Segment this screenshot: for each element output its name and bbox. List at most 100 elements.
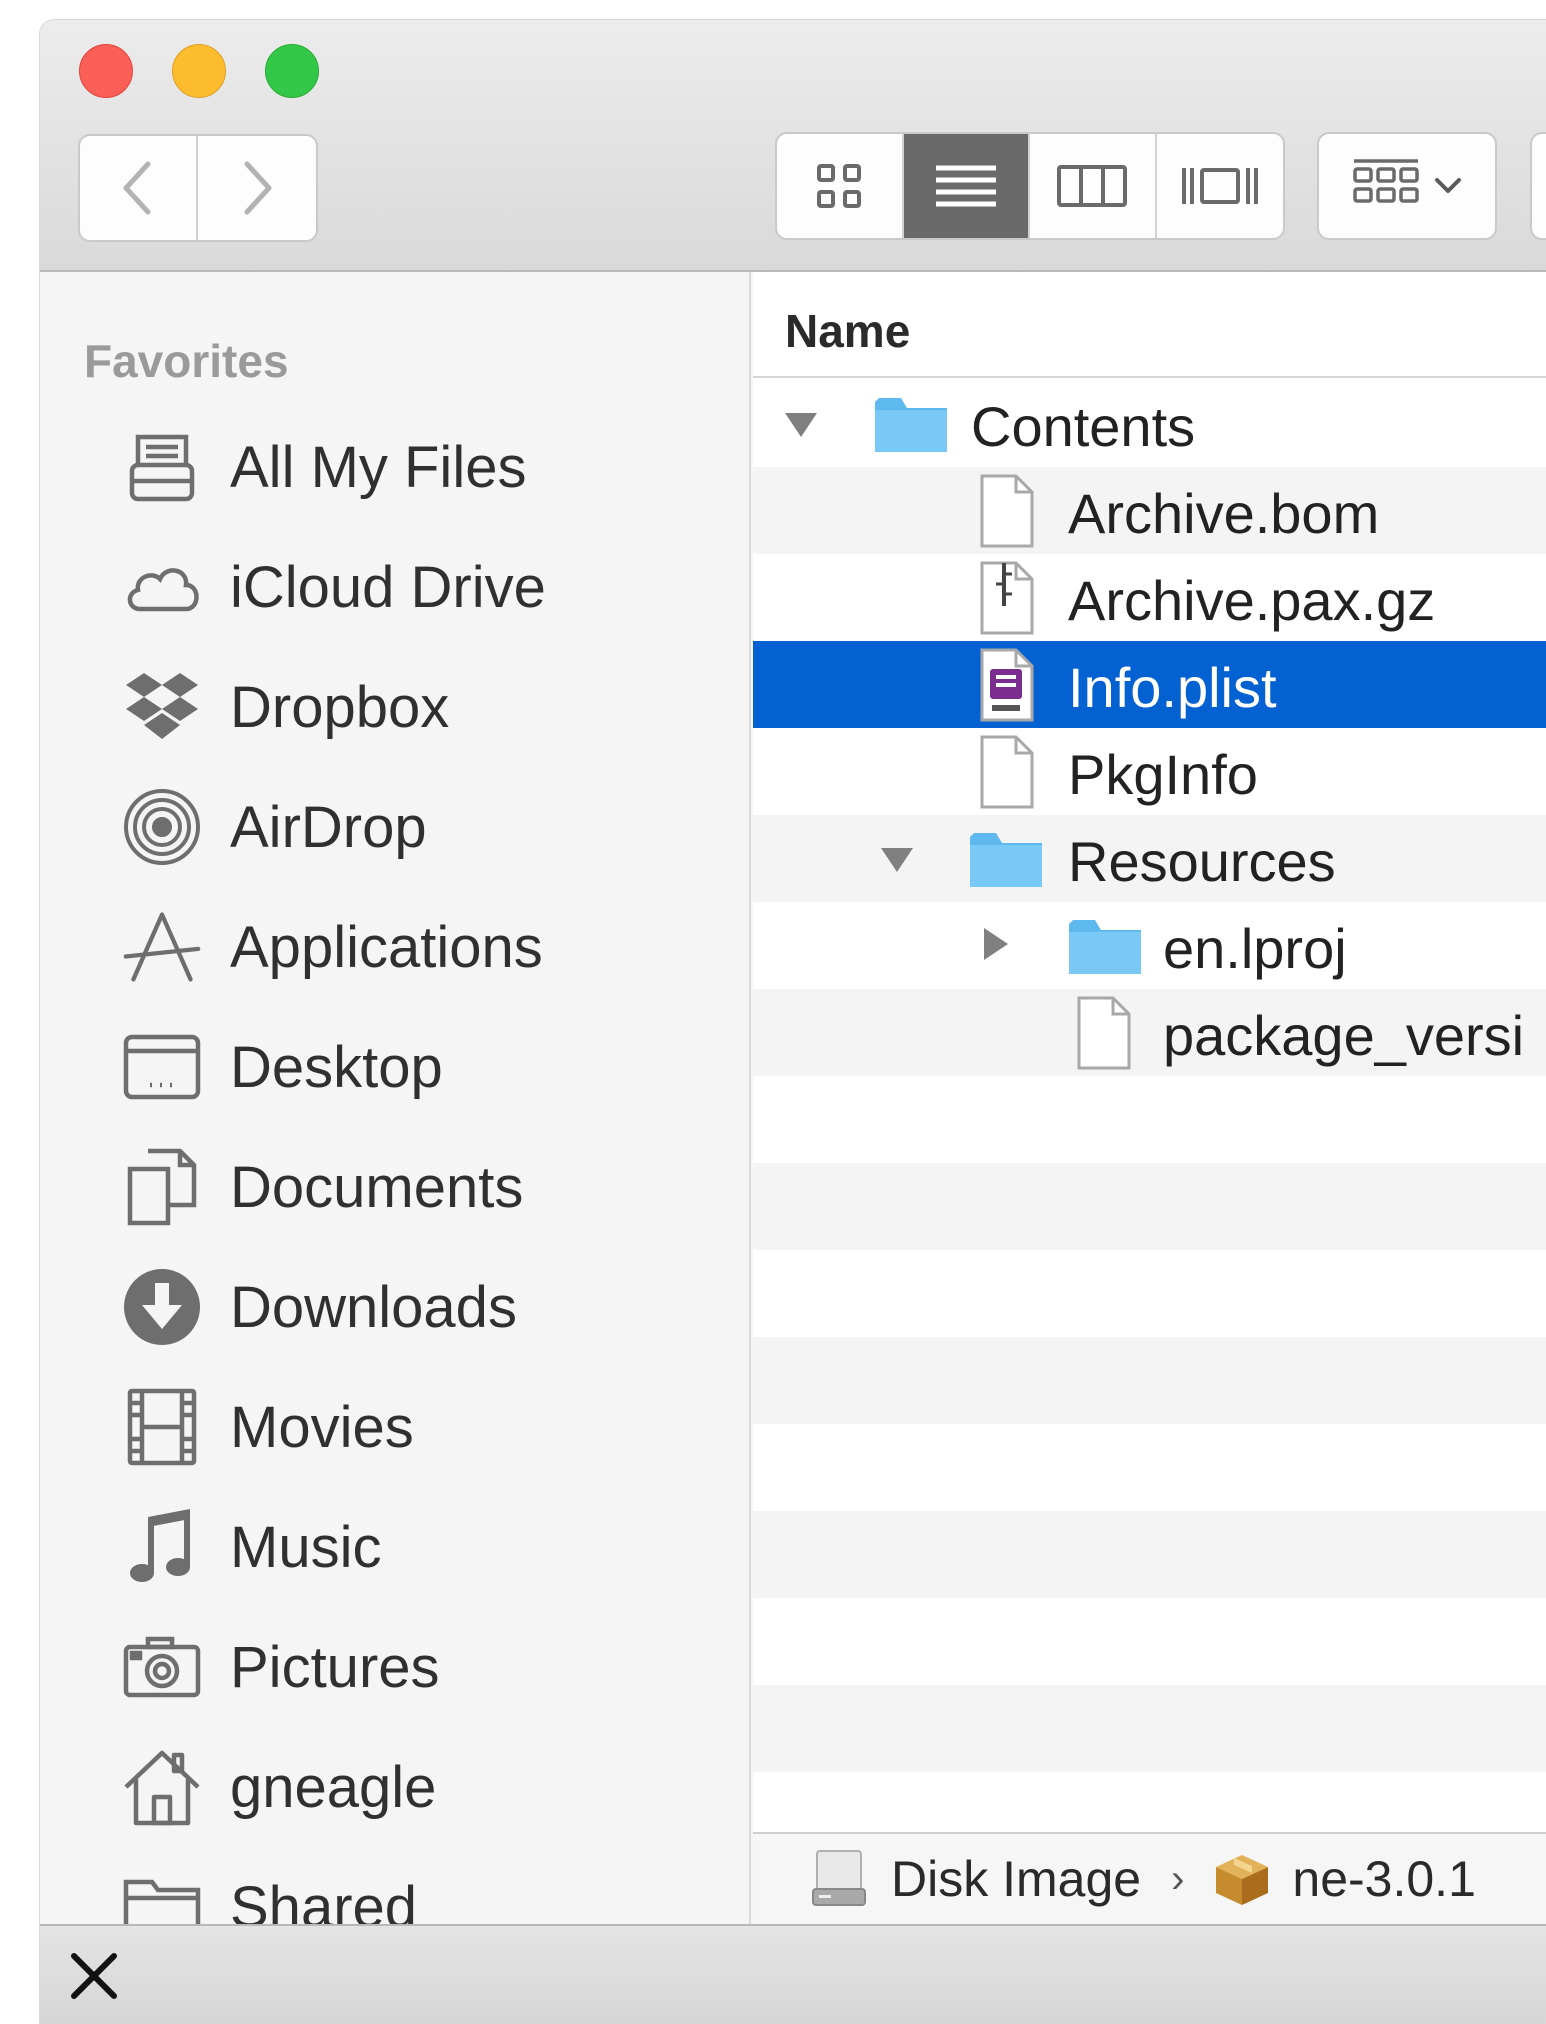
- table-row[interactable]: Archive.bom: [753, 467, 1546, 554]
- columns-icon: [1057, 165, 1128, 207]
- file-name: en.lproj: [1163, 917, 1347, 980]
- forward-button[interactable]: [198, 136, 316, 240]
- file-name: Resources: [1068, 830, 1336, 893]
- arrange-grid-icon: [1353, 159, 1419, 203]
- back-button[interactable]: [80, 136, 198, 240]
- sidebar-item-label: Pictures: [230, 1634, 440, 1700]
- list-view-button[interactable]: [903, 134, 1030, 238]
- path-item-package[interactable]: ne-3.0.1: [1292, 1850, 1475, 1908]
- sidebar-item-gneagle[interactable]: gneagle: [122, 1737, 436, 1837]
- empty-row: [753, 1424, 1546, 1511]
- sidebar-item-desktop[interactable]: Desktop: [122, 1017, 443, 1117]
- table-row-selected[interactable]: Info.plist: [753, 641, 1546, 728]
- icon-grid-icon: [817, 164, 862, 208]
- table-row[interactable]: Contents: [753, 380, 1546, 467]
- status-bar: [40, 1924, 1546, 2024]
- list-lines-icon: [935, 165, 996, 207]
- sidebar-item-label: Documents: [230, 1154, 524, 1220]
- sidebar-item-pictures[interactable]: Pictures: [122, 1617, 440, 1717]
- file-name: Contents: [971, 395, 1196, 458]
- column-header-label: Name: [785, 305, 911, 357]
- sidebar-item-label: Desktop: [230, 1034, 443, 1100]
- sidebar-item-label: Downloads: [230, 1274, 517, 1340]
- file-name: PkgInfo: [1068, 743, 1258, 806]
- minimize-button[interactable]: [172, 44, 226, 98]
- empty-row: [753, 1685, 1546, 1772]
- empty-row: [753, 1250, 1546, 1337]
- table-row[interactable]: Archive.pax.gz: [753, 554, 1546, 641]
- sidebar-item-movies[interactable]: Movies: [122, 1377, 414, 1477]
- sidebar-item-label: Dropbox: [230, 674, 450, 740]
- sidebar-item-label: iCloud Drive: [230, 554, 546, 620]
- sidebar-item-label: gneagle: [230, 1754, 437, 1820]
- icon-view-button[interactable]: [777, 134, 904, 238]
- path-bar: Disk Image › ne-3.0.1: [753, 1832, 1546, 1924]
- chevron-right-icon: [244, 161, 272, 215]
- column-header-name[interactable]: Name: [753, 272, 1546, 378]
- cover-flow-button[interactable]: [1157, 134, 1284, 238]
- desktop-icon: [122, 1027, 202, 1107]
- column-view-button[interactable]: [1030, 134, 1157, 238]
- disclosure-triangle-expanded-icon[interactable]: [879, 841, 915, 877]
- table-row[interactable]: PkgInfo: [753, 728, 1546, 815]
- sidebar-item-applications[interactable]: Applications: [122, 897, 543, 997]
- sidebar-item-label: AirDrop: [230, 794, 427, 860]
- finder-window: Favorites All My Files iCloud Drive Drop…: [40, 20, 1546, 2024]
- sidebar-item-label: Music: [230, 1514, 382, 1580]
- arrange-button[interactable]: [1317, 132, 1497, 240]
- cover-flow-icon: [1181, 168, 1258, 204]
- close-button[interactable]: [79, 44, 133, 98]
- chevron-left-icon: [123, 161, 151, 215]
- sidebar: Favorites All My Files iCloud Drive Drop…: [40, 272, 751, 1940]
- path-separator: ›: [1171, 1856, 1185, 1901]
- sidebar-item-downloads[interactable]: Downloads: [122, 1257, 517, 1357]
- sidebar-item-all-my-files[interactable]: All My Files: [122, 417, 526, 517]
- file-name: Archive.pax.gz: [1068, 569, 1436, 632]
- empty-row: [753, 1511, 1546, 1598]
- plist-icon: [968, 647, 1044, 723]
- arrange-content: [1319, 134, 1495, 238]
- folder-icon: [1067, 908, 1143, 984]
- table-row[interactable]: en.lproj: [753, 902, 1546, 989]
- all-my-files-icon: [122, 427, 202, 507]
- tools-icon[interactable]: [66, 1948, 122, 2004]
- chevron-down-icon: [1435, 178, 1461, 193]
- navigation-buttons: [78, 134, 318, 242]
- table-row[interactable]: package_versi: [753, 989, 1546, 1076]
- table-row[interactable]: Resources: [753, 815, 1546, 902]
- disclosure-triangle-expanded-icon[interactable]: [783, 406, 819, 442]
- documents-icon: [122, 1147, 202, 1227]
- empty-row: [753, 1337, 1546, 1424]
- sidebar-item-dropbox[interactable]: Dropbox: [122, 657, 449, 757]
- archive-icon: [968, 560, 1044, 636]
- sidebar-item-music[interactable]: Music: [122, 1497, 381, 1597]
- applications-icon: [122, 907, 202, 987]
- sidebar-item-airdrop[interactable]: AirDrop: [122, 777, 427, 877]
- sidebar-item-label: Applications: [230, 914, 543, 980]
- path-item-disk-image[interactable]: Disk Image: [891, 1850, 1141, 1908]
- movies-icon: [122, 1387, 202, 1467]
- sidebar-item-documents[interactable]: Documents: [122, 1137, 523, 1237]
- sidebar-item-icloud-drive[interactable]: iCloud Drive: [122, 537, 546, 637]
- dropbox-icon: [122, 667, 202, 747]
- document-icon: [968, 734, 1044, 810]
- file-name: Archive.bom: [1068, 482, 1380, 545]
- empty-row: [753, 1076, 1546, 1163]
- folder-icon: [968, 821, 1044, 897]
- file-name: Info.plist: [1068, 656, 1277, 719]
- sidebar-header: Favorites: [84, 335, 289, 387]
- file-list: Name Contents Archive.bom Archive.pax.gz…: [753, 272, 1546, 1924]
- music-icon: [122, 1507, 202, 1587]
- sidebar-item-label: All My Files: [230, 434, 527, 500]
- zoom-button[interactable]: [265, 44, 319, 98]
- toolbar: [40, 20, 1546, 272]
- disclosure-triangle-collapsed-icon[interactable]: [977, 926, 1013, 962]
- disk-image-icon: [812, 1850, 866, 1906]
- document-icon: [968, 473, 1044, 549]
- package-icon: [1216, 1855, 1269, 1905]
- action-button[interactable]: [1530, 132, 1546, 240]
- empty-row: [753, 1598, 1546, 1685]
- downloads-icon: [122, 1267, 202, 1347]
- empty-row: [753, 1163, 1546, 1250]
- file-name: package_versi: [1163, 1004, 1525, 1067]
